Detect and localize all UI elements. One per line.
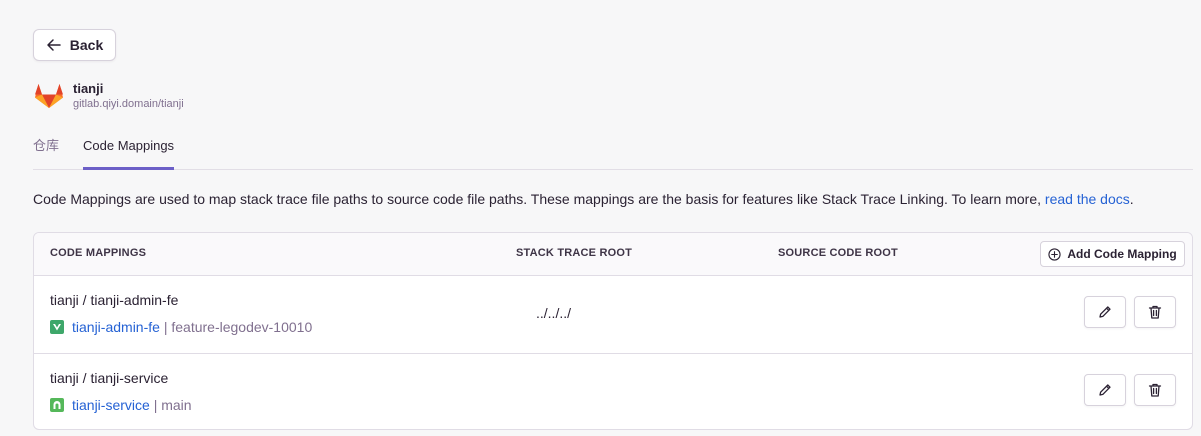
trash-icon <box>1148 383 1162 397</box>
project-icon <box>50 320 64 334</box>
tab-repository[interactable]: 仓库 <box>33 126 59 169</box>
back-button-label: Back <box>69 37 104 53</box>
delete-mapping-button[interactable] <box>1134 296 1176 328</box>
project-link[interactable]: tianji-service <box>72 397 150 413</box>
branch-name: main <box>161 397 192 413</box>
pencil-icon <box>1099 306 1111 318</box>
repo-header: tianji gitlab.qiyi.domain/tianji <box>33 78 184 111</box>
description: Code Mappings are used to map stack trac… <box>33 191 1134 207</box>
panel-header: CODE MAPPINGS STACK TRACE ROOT SOURCE CO… <box>34 233 1192 276</box>
mapping-title: tianji / tianji-service <box>50 370 169 386</box>
project-link[interactable]: tianji-admin-fe <box>72 319 160 335</box>
edit-mapping-button[interactable] <box>1084 296 1126 328</box>
branch-separator: | <box>159 319 172 335</box>
back-button[interactable]: Back <box>33 29 116 61</box>
add-code-mapping-label: Add Code Mapping <box>1067 247 1177 261</box>
header-source-code-root: SOURCE CODE ROOT <box>778 247 898 259</box>
edit-mapping-button[interactable] <box>1084 374 1126 406</box>
plus-circle-icon <box>1048 247 1061 261</box>
repo-name: tianji <box>73 81 104 96</box>
header-code-mappings: CODE MAPPINGS <box>50 247 147 259</box>
tab-bar: 仓库 Code Mappings <box>33 126 1193 170</box>
mapping-title: tianji / tianji-admin-fe <box>50 292 179 308</box>
header-stack-trace-root: STACK TRACE ROOT <box>516 247 633 259</box>
mapping-details: tianji-service | main <box>50 397 192 413</box>
stack-trace-root-value: ../../../ <box>536 305 572 321</box>
branch-separator: | <box>149 397 162 413</box>
table-row: tianji / tianji-service tianji-service |… <box>34 354 1192 429</box>
delete-mapping-button[interactable] <box>1134 374 1176 406</box>
mapping-details: tianji-admin-fe | feature-legodev-10010 <box>50 319 312 335</box>
gitlab-icon <box>35 84 63 108</box>
add-code-mapping-button[interactable]: Add Code Mapping <box>1040 241 1185 267</box>
branch-name: feature-legodev-10010 <box>171 319 313 335</box>
tab-code-mappings[interactable]: Code Mappings <box>83 126 175 170</box>
project-icon <box>50 398 64 412</box>
description-period: . <box>1129 191 1134 207</box>
repo-url: gitlab.qiyi.domain/tianji <box>73 98 184 110</box>
arrow-left-icon <box>47 39 61 51</box>
code-mappings-panel: CODE MAPPINGS STACK TRACE ROOT SOURCE CO… <box>33 232 1193 430</box>
trash-icon <box>1148 305 1162 319</box>
pencil-icon <box>1099 384 1111 396</box>
table-row: tianji / tianji-admin-fe tianji-admin-fe… <box>34 276 1192 354</box>
description-text: Code Mappings are used to map stack trac… <box>33 191 1045 207</box>
read-docs-link[interactable]: read the docs <box>1045 191 1130 207</box>
